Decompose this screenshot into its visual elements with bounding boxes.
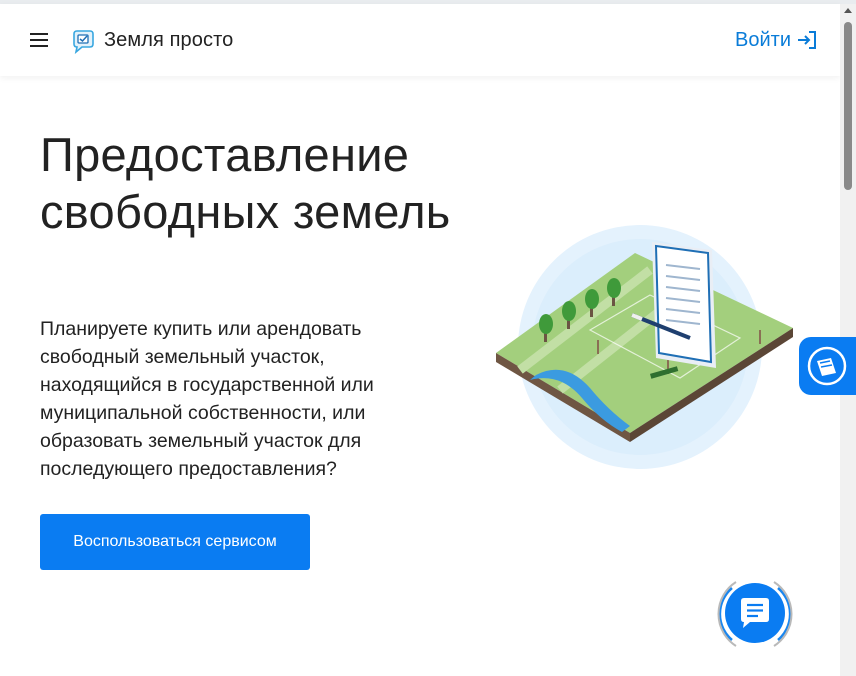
document-icon[interactable] (807, 346, 847, 386)
login-label[interactable]: Войти (735, 29, 791, 52)
page-title: Предоставление свободных земель (40, 128, 451, 238)
hero-description: Планируете купить или арендовать свободн… (40, 318, 374, 480)
side-tab-button[interactable] (799, 337, 856, 395)
logo-icon[interactable] (70, 28, 96, 54)
land-plot-illustration (496, 225, 793, 469)
use-service-button[interactable]: Воспользоваться сервисом (40, 514, 310, 570)
chat-button[interactable] (710, 574, 800, 654)
logo-text[interactable]: Земля просто (104, 29, 233, 52)
login-button[interactable]: Войти (735, 28, 819, 52)
menu-icon[interactable] (30, 33, 50, 49)
scroll-thumb[interactable] (844, 22, 852, 190)
login-icon[interactable] (795, 28, 819, 52)
header: Земля просто Войти (0, 4, 840, 76)
scroll-up-arrow-icon[interactable] (844, 8, 852, 13)
